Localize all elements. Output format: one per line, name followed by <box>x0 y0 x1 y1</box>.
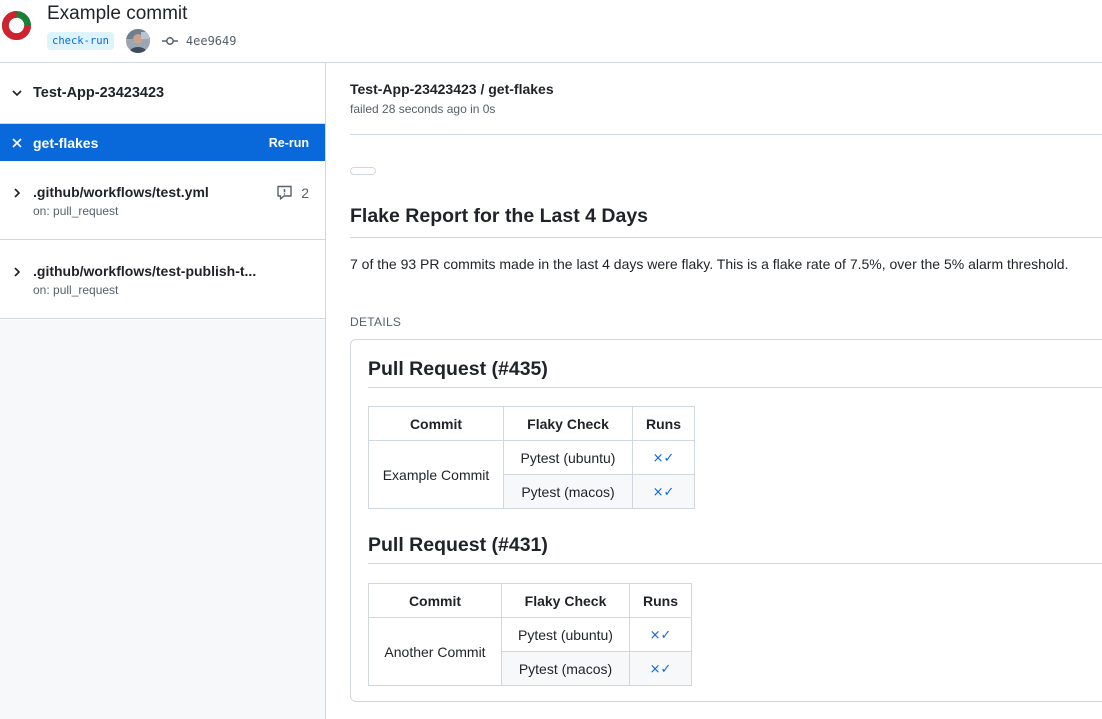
annotation-count[interactable]: 2 <box>276 184 309 201</box>
main-panel: Test-App-23423423 / get-flakes failed 28… <box>326 63 1102 719</box>
commit-sha[interactable]: 4ee9649 <box>186 34 237 48</box>
status-ring-icon <box>1 10 32 41</box>
runs-cell: ×✓ <box>632 474 695 509</box>
column-header: Flaky Check <box>503 406 633 441</box>
sidebar-item-label: get-flakes <box>33 134 99 151</box>
close-icon <box>12 137 22 148</box>
commit-meta: check-run 4ee9649 <box>47 29 236 53</box>
sidebar-empty-area <box>0 320 325 719</box>
column-header: Commit <box>368 583 502 618</box>
commit-cell: Another Commit <box>368 617 502 686</box>
runs-cell: ×✓ <box>629 651 692 686</box>
sidebar-item-workflow[interactable]: .github/workflows/test.yml on: pull_requ… <box>0 161 325 240</box>
rerun-button[interactable]: Re-run <box>269 136 309 150</box>
report-title: Flake Report for the Last 4 Days <box>350 205 1102 238</box>
check-cell: Pytest (macos) <box>501 651 630 686</box>
commit-title: Example commit <box>47 3 188 24</box>
flaky-table: Commit Flaky Check Runs Another Commit P… <box>368 583 692 686</box>
check-cell: Pytest (macos) <box>503 474 633 509</box>
workflow-title: .github/workflows/test.yml <box>33 184 209 200</box>
run-title: Test-App-23423423 / get-flakes <box>350 81 554 97</box>
details-label: DETAILS <box>350 315 402 329</box>
chevron-right-icon <box>14 188 21 198</box>
avatar[interactable] <box>125 29 150 53</box>
pull-request-title: Pull Request (#431) <box>368 534 1102 564</box>
workflow-title: .github/workflows/test-publish-t... <box>33 263 257 279</box>
flaky-table: Commit Flaky Check Runs Example Commit P… <box>368 406 695 509</box>
collapse-toggle[interactable] <box>350 167 376 175</box>
runs-link[interactable]: ×✓ <box>650 662 672 677</box>
column-header: Flaky Check <box>501 583 630 618</box>
run-header: Test-App-23423423 / get-flakes failed 28… <box>350 81 1102 135</box>
check-cell: Pytest (ubuntu) <box>503 440 633 475</box>
commit-icon <box>161 37 178 45</box>
annotation-count-value: 2 <box>301 184 309 201</box>
sidebar-item-get-flakes[interactable]: get-flakes Re-run <box>0 124 325 161</box>
workflow-trigger: on: pull_request <box>33 283 119 297</box>
runs-link[interactable]: ×✓ <box>653 451 675 466</box>
column-header: Runs <box>629 583 692 618</box>
runs-cell: ×✓ <box>629 617 692 652</box>
column-header: Runs <box>632 406 695 441</box>
runs-link[interactable]: ×✓ <box>653 485 675 500</box>
sidebar-app-group[interactable]: Test-App-23423423 <box>0 63 325 124</box>
runs-cell: ×✓ <box>632 440 695 475</box>
pull-request-title: Pull Request (#435) <box>368 358 1102 388</box>
commit-cell: Example Commit <box>368 440 504 509</box>
sidebar: Test-App-23423423 get-flakes Re-run .git… <box>0 63 326 719</box>
sidebar-item-workflow[interactable]: .github/workflows/test-publish-t... on: … <box>0 240 325 319</box>
check-cell: Pytest (ubuntu) <box>501 617 630 652</box>
run-status: failed 28 seconds ago in 0s <box>350 102 496 116</box>
column-header: Commit <box>368 406 504 441</box>
runs-link[interactable]: ×✓ <box>650 628 672 643</box>
check-run-tag[interactable]: check-run <box>47 32 114 50</box>
details-box: Pull Request (#435) Commit Flaky Check R… <box>350 339 1102 702</box>
sidebar-app-name: Test-App-23423423 <box>33 85 165 101</box>
workflow-trigger: on: pull_request <box>33 204 119 218</box>
chevron-down-icon <box>12 90 22 97</box>
comment-icon <box>277 185 292 200</box>
chevron-right-icon <box>14 267 21 277</box>
header: Example commit check-run 4ee9649 <box>0 0 1102 63</box>
report-summary: 7 of the 93 PR commits made in the last … <box>350 256 1069 272</box>
